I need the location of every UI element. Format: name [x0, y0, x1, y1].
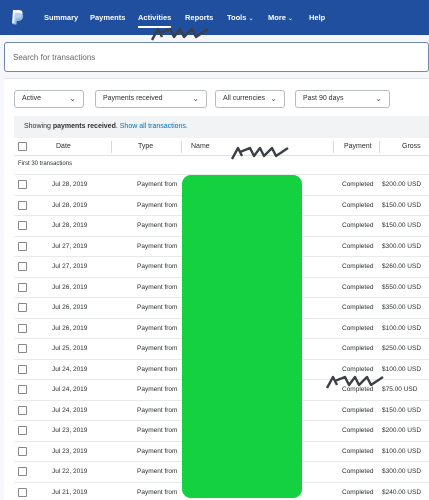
watermark-mark: [230, 146, 289, 160]
row-date: Jul 26, 2019: [52, 324, 88, 332]
row-status: Completed: [342, 345, 374, 352]
row-checkbox[interactable]: [18, 364, 27, 374]
row-checkbox[interactable]: [18, 180, 27, 189]
row-checkbox[interactable]: [18, 262, 27, 271]
row-type: Payment from: [137, 406, 178, 414]
row-status: Completed: [342, 406, 374, 414]
row-checkbox[interactable]: [18, 282, 27, 292]
row-status: Completed: [342, 181, 374, 188]
row-checkbox[interactable]: [18, 385, 27, 394]
watermark-mark: [150, 27, 209, 41]
row-date: Jul 27, 2019: [52, 242, 88, 250]
row-date: Jul 26, 2019: [52, 283, 88, 291]
row-type: Payment from: [137, 283, 178, 291]
row-gross: $100.00 USD: [382, 447, 422, 455]
row-date: Jul 24, 2019: [52, 406, 88, 414]
row-type: Payment from: [137, 345, 178, 352]
row-date: Jul 28, 2019: [52, 201, 88, 209]
row-type: Payment from: [137, 365, 178, 373]
row-date: Jul 23, 2019: [52, 427, 88, 434]
row-type: Payment from: [137, 324, 178, 332]
row-date: Jul 24, 2019: [52, 386, 88, 393]
row-status: Completed: [342, 447, 374, 455]
row-checkbox[interactable]: [18, 426, 27, 435]
row-date: Jul 28, 2019: [52, 222, 88, 229]
row-type: Payment from: [137, 263, 178, 270]
row-checkbox[interactable]: [18, 467, 27, 476]
row-checkbox[interactable]: [18, 446, 27, 456]
row-status: Completed: [342, 304, 374, 311]
row-gross: $350.00 USD: [382, 304, 422, 311]
row-gross: $300.00 USD: [382, 468, 422, 475]
row-type: Payment from: [137, 447, 178, 455]
row-type: Payment from: [137, 488, 178, 496]
row-date: Jul 26, 2019: [52, 304, 88, 311]
row-type: Payment from: [137, 222, 178, 229]
watermark-mark: [325, 375, 384, 389]
row-date: Jul 27, 2019: [52, 263, 88, 270]
row-gross: $150.00 USD: [382, 201, 422, 209]
row-gross: $100.00 USD: [382, 324, 422, 332]
row-status: Completed: [342, 365, 374, 373]
row-gross: $300.00 USD: [382, 242, 422, 250]
row-status: Completed: [342, 427, 374, 434]
row-gross: $240.00 USD: [382, 488, 422, 496]
row-checkbox[interactable]: [18, 344, 27, 353]
row-status: Completed: [342, 468, 374, 475]
row-gross: $150.00 USD: [382, 406, 422, 414]
row-type: Payment from: [137, 468, 178, 475]
row-status: Completed: [342, 283, 374, 291]
row-status: Completed: [342, 222, 374, 229]
row-checkbox[interactable]: [18, 241, 27, 251]
row-gross: $100.00 USD: [382, 365, 422, 373]
row-status: Completed: [342, 488, 374, 496]
row-type: Payment from: [137, 427, 178, 434]
row-type: Payment from: [137, 181, 178, 188]
row-date: Jul 25, 2019: [52, 345, 88, 352]
row-status: Completed: [342, 242, 374, 250]
row-checkbox[interactable]: [18, 487, 27, 497]
row-date: Jul 23, 2019: [52, 447, 88, 455]
row-date: Jul 24, 2019: [52, 365, 88, 373]
row-gross: $200.00 USD: [382, 181, 422, 188]
row-date: Jul 22, 2019: [52, 468, 88, 475]
row-gross: $260.00 USD: [382, 263, 422, 270]
row-date: Jul 28, 2019: [52, 181, 88, 188]
row-checkbox[interactable]: [18, 405, 27, 415]
row-type: Payment from: [137, 386, 178, 393]
row-type: Payment from: [137, 304, 178, 311]
row-status: Completed: [342, 263, 374, 270]
row-type: Payment from: [137, 201, 178, 209]
row-checkbox[interactable]: [18, 303, 27, 312]
row-type: Payment from: [137, 242, 178, 250]
row-status: Completed: [342, 324, 374, 332]
row-gross: $150.00 USD: [382, 222, 422, 229]
row-gross: $200.00 USD: [382, 427, 422, 434]
row-gross: $75.00 USD: [382, 386, 418, 393]
row-checkbox[interactable]: [18, 221, 27, 230]
row-checkbox[interactable]: [18, 323, 27, 333]
row-gross: $550.00 USD: [382, 283, 422, 291]
row-checkbox[interactable]: [18, 200, 27, 210]
row-date: Jul 21, 2019: [52, 488, 88, 496]
row-gross: $250.00 USD: [382, 345, 422, 352]
redaction-block: [182, 175, 302, 498]
row-status: Completed: [342, 201, 374, 209]
